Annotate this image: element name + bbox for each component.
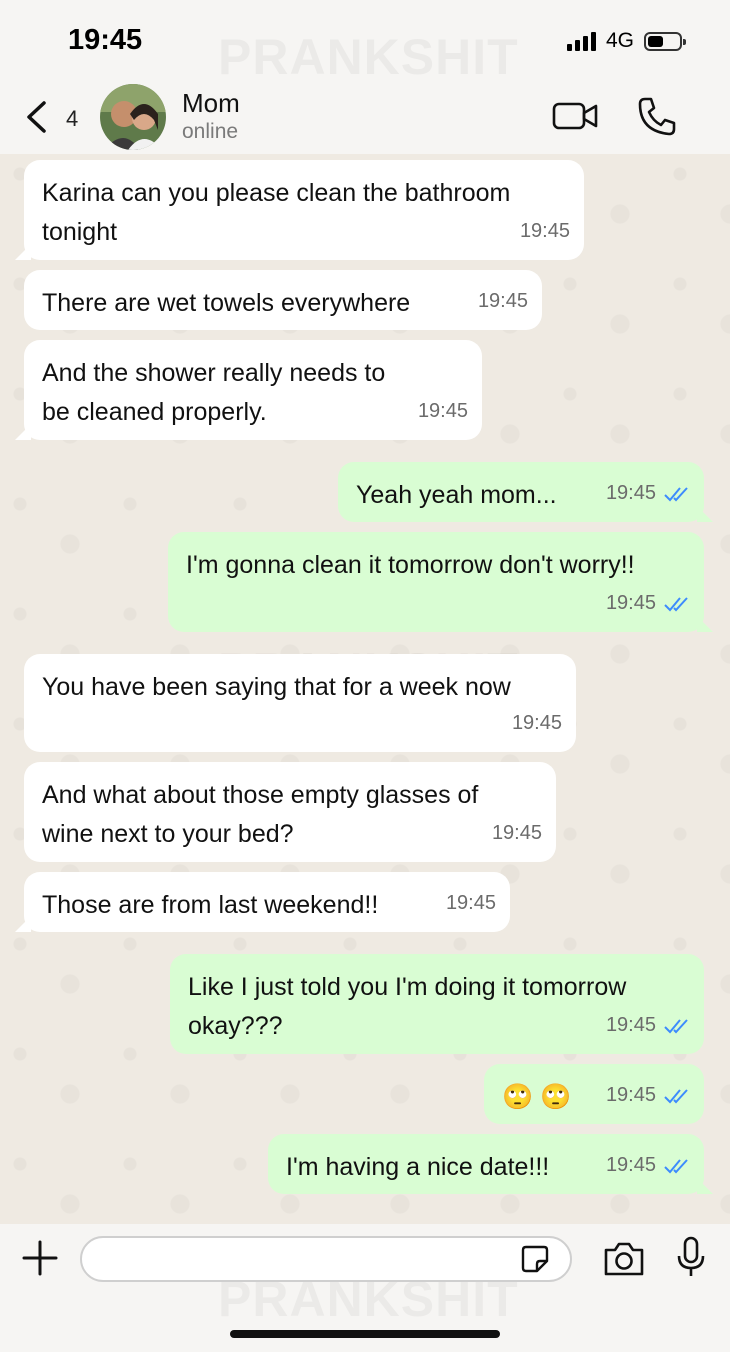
status-indicators: 4G	[566, 29, 686, 53]
message-meta: 19:45	[446, 884, 496, 923]
contact-status: online	[182, 120, 239, 143]
message-time: 19:45	[519, 220, 570, 242]
composer-bar: PRANKSHIT	[0, 1224, 730, 1352]
avatar[interactable]	[100, 84, 166, 150]
message-text: There are wet towels everywhere	[42, 289, 411, 317]
message-time: 19:45	[477, 290, 528, 312]
network-type: 4G	[605, 29, 634, 52]
watermark: PRANKSHIT	[218, 28, 519, 86]
message-incoming[interactable]: Those are from last weekend!! 19:45	[24, 872, 510, 932]
message-meta: 19:45	[478, 282, 528, 321]
message-outgoing[interactable]: 🙄 🙄 19:45	[484, 1064, 704, 1124]
sticker-icon[interactable]	[520, 1244, 550, 1274]
video-camera-icon[interactable]	[552, 100, 600, 132]
plus-icon[interactable]	[22, 1240, 58, 1276]
message-outgoing[interactable]: Yeah yeah mom... 19:45	[338, 462, 704, 522]
phone-icon[interactable]	[636, 95, 678, 137]
message-text: Those are from last weekend!!	[42, 891, 379, 919]
message-meta: 19:45	[418, 392, 468, 431]
message-outgoing[interactable]: I'm having a nice date!!! 19:45	[268, 1134, 704, 1194]
message-time: 19:45	[605, 1154, 656, 1176]
message-outgoing[interactable]: Like I just told you I'm doing it tomorr…	[170, 954, 704, 1054]
status-bar: 19:45 PRANKSHIT 4G	[0, 0, 730, 85]
message-time: 19:45	[605, 592, 656, 614]
message-time: 19:45	[491, 822, 542, 844]
chat-header: 4 Mom online	[0, 80, 730, 154]
status-time: 19:45	[68, 24, 143, 56]
message-time: 19:45	[605, 1084, 656, 1106]
message-meta: 19:45	[520, 212, 570, 251]
message-text: And the shower really needs to be cleane…	[42, 359, 386, 426]
microphone-icon[interactable]	[676, 1236, 706, 1278]
message-time: 19:45	[417, 400, 468, 422]
message-incoming[interactable]: And what about those empty glasses of wi…	[24, 762, 556, 862]
signal-icon	[566, 31, 596, 51]
double-check-icon	[664, 1158, 688, 1173]
double-check-icon	[664, 1018, 688, 1033]
message-meta: 19:45	[492, 814, 542, 853]
unread-count[interactable]: 4	[66, 106, 78, 132]
message-incoming[interactable]: Karina can you please clean the bathroom…	[24, 160, 584, 260]
double-check-icon	[664, 1088, 688, 1103]
message-incoming[interactable]: And the shower really needs to be cleane…	[24, 340, 482, 440]
message-text: I'm gonna clean it tomorrow don't worry!…	[186, 551, 635, 579]
message-meta: 19:45	[606, 1006, 690, 1045]
message-text: You have been saying that for a week now	[42, 673, 511, 701]
message-meta: 19:45	[606, 1076, 690, 1115]
contact-name[interactable]: Mom	[182, 88, 240, 119]
message-time: 19:45	[445, 892, 496, 914]
message-text: And what about those empty glasses of wi…	[42, 781, 479, 848]
message-meta: 19:45	[606, 474, 690, 513]
double-check-icon	[664, 596, 688, 611]
message-time: 19:45	[605, 482, 656, 504]
message-incoming[interactable]: You have been saying that for a week now…	[24, 654, 576, 752]
battery-icon	[644, 31, 686, 51]
message-outgoing[interactable]: I'm gonna clean it tomorrow don't worry!…	[168, 532, 704, 632]
home-indicator	[230, 1330, 500, 1338]
message-input[interactable]	[80, 1236, 572, 1282]
message-incoming[interactable]: There are wet towels everywhere 19:45	[24, 270, 542, 330]
chevron-left-icon[interactable]	[22, 100, 52, 134]
message-time: 19:45	[511, 712, 562, 734]
message-meta: 19:45	[606, 1146, 690, 1185]
message-meta: 19:45	[512, 704, 562, 743]
camera-icon[interactable]	[602, 1240, 646, 1278]
message-time: 19:45	[605, 1014, 656, 1036]
double-check-icon	[664, 486, 688, 501]
message-text: Karina can you please clean the bathroom…	[42, 179, 511, 246]
message-list[interactable]: PRANKSHIT Karina can you please clean th…	[0, 154, 730, 1224]
message-meta: 19:45	[606, 584, 690, 623]
